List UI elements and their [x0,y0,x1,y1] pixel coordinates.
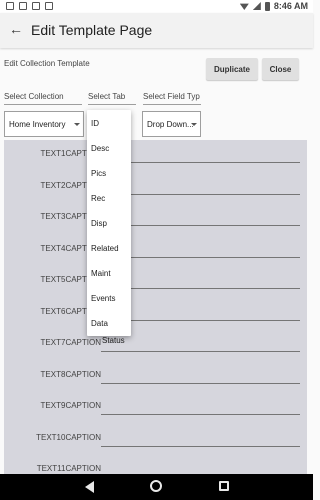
menu-item-desc[interactable]: Desc [91,144,109,153]
field-row: TEXT5CAPTION n [4,266,307,297]
notification-icon [32,2,40,10]
notification-icon [6,2,14,10]
duplicate-button[interactable]: Duplicate [206,58,258,80]
field-input[interactable] [101,363,300,384]
menu-item-pics[interactable]: Pics [91,169,106,178]
field-caption: TEXT11CAPTION [36,464,101,473]
field-row: TEXT3CAPTION [4,203,307,234]
app-bar: ← Edit Template Page [0,13,313,48]
field-input[interactable] [101,457,300,474]
menu-item-id[interactable]: ID [91,119,99,128]
menu-item-disp[interactable]: Disp [91,219,107,228]
field-type-select[interactable]: Drop Down... [142,111,201,137]
system-icons: 8:46 AM [239,1,308,11]
close-button[interactable]: Close [262,58,299,80]
menu-item-related[interactable]: Related [91,244,119,253]
chevron-down-icon [191,123,197,126]
field-type-select-value: Drop Down... [147,119,194,129]
field-row: TEXT1CAPTION [4,140,307,171]
tab-label: Select Tab [88,92,136,105]
wifi-icon [239,3,249,10]
field-row: TEXT4CAPTION [4,235,307,266]
arrow-left-icon[interactable]: ← [9,21,23,37]
field-caption: TEXT8CAPTION [40,369,101,379]
signal-icon [252,2,261,10]
menu-item-rec[interactable]: Rec [91,194,105,203]
collection-label: Select Collection [4,92,82,105]
field-type-label: Select Field Typ [143,92,201,105]
field-row: TEXT7CAPTION Status [4,329,307,360]
section-label: Edit Collection Template [4,59,90,68]
field-row: TEXT10CAPTION [4,424,307,455]
menu-item-maint[interactable]: Maint [91,269,111,278]
field-input[interactable] [101,426,300,447]
status-time: 8:46 AM [273,1,308,11]
menu-item-data[interactable]: Data [91,319,108,328]
nav-home-icon[interactable] [150,480,162,492]
notification-icons [6,2,53,10]
collection-select[interactable]: Home Inventory [4,111,84,137]
chevron-down-icon [74,123,80,126]
status-bar: 8:46 AM [0,0,313,13]
field-row: TEXT6CAPTION [4,298,307,329]
field-row: TEXT11CAPTION [4,455,307,474]
field-caption: TEXT7CAPTION [40,338,101,347]
field-input[interactable] [101,394,300,415]
field-row: TEXT2CAPTION [4,172,307,203]
nav-recents-icon[interactable] [219,481,229,491]
field-row: TEXT8CAPTION [4,361,307,392]
notification-icon [45,2,53,10]
field-caption: TEXT10CAPTION [36,432,101,442]
tab-dropdown-menu: ID Desc Pics Rec Disp Related Maint Even… [87,110,131,336]
nav-back-icon[interactable] [85,481,94,493]
collection-select-value: Home Inventory [9,119,66,129]
page-title: Edit Template Page [31,22,153,38]
notification-icon [19,2,27,10]
fields-panel: TEXT1CAPTION TEXT2CAPTION TEXT3CAPTION T… [4,140,307,474]
battery-icon [264,1,270,11]
navigation-bar [0,474,313,500]
menu-item-events[interactable]: Events [91,294,115,303]
field-caption: TEXT9CAPTION [40,401,101,410]
field-row: TEXT9CAPTION [4,392,307,423]
